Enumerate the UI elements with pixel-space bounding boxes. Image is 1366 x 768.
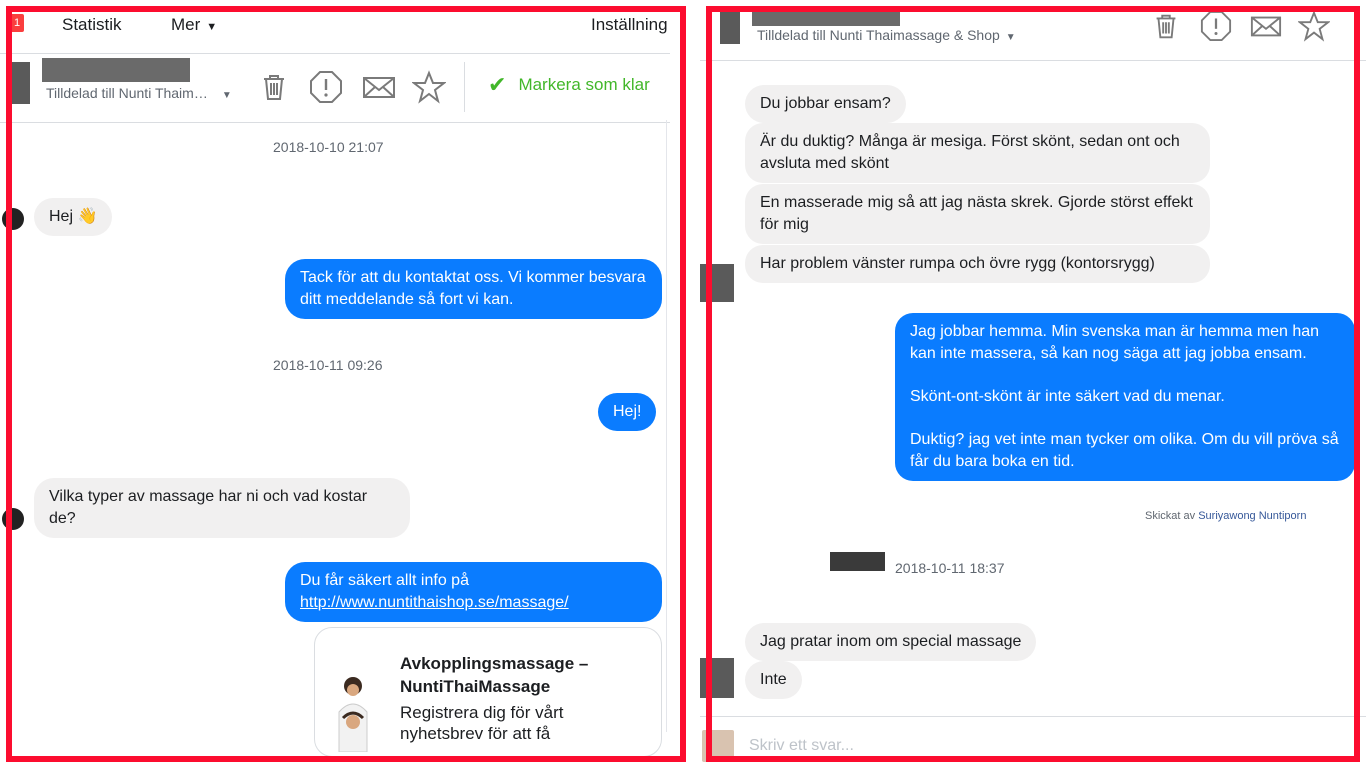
screenshot-divider bbox=[690, 0, 700, 768]
checkmark-icon: ✔ bbox=[488, 72, 507, 97]
star-icon[interactable] bbox=[411, 70, 447, 104]
reply-paragraph: Jag jobbar hemma. Min svenska man är hem… bbox=[910, 323, 1320, 362]
outgoing-message: Jag jobbar hemma. Min svenska man är hem… bbox=[895, 313, 1355, 481]
message-link[interactable]: http://www.nuntithaishop.se/massage/ bbox=[300, 594, 569, 611]
mail-icon[interactable] bbox=[1250, 10, 1282, 42]
contact-name-redacted[interactable] bbox=[42, 58, 190, 82]
outgoing-message: Du får säkert allt info på http://www.nu… bbox=[285, 562, 662, 622]
preview-title: Avkopplingsmassage – NuntiThaiMassage bbox=[400, 654, 589, 696]
outgoing-message: Tack för att du kontaktat oss. Vi kommer… bbox=[285, 259, 662, 319]
message-text: Du får säkert allt info på bbox=[300, 572, 469, 589]
avatar bbox=[700, 264, 734, 302]
chevron-down-icon: ▼ bbox=[221, 90, 232, 101]
assigned-text: Tilldelad till Nunti Thaim… bbox=[46, 85, 208, 101]
outgoing-message: Hej! bbox=[598, 393, 657, 431]
avatar[interactable] bbox=[10, 62, 30, 104]
incoming-message: Har problem vänster rumpa och övre rygg … bbox=[745, 245, 1210, 283]
timestamp: 2018-10-10 21:07 bbox=[273, 139, 384, 155]
vertical-divider bbox=[464, 62, 465, 112]
reply-paragraph: Duktig? jag vet inte man tycker om olika… bbox=[910, 431, 1339, 470]
incoming-message: Är du duktig? Många är mesiga. Först skö… bbox=[745, 123, 1210, 183]
mark-done-button[interactable]: ✔ Markera som klar bbox=[488, 72, 650, 98]
chevron-down-icon: ▼ bbox=[1005, 32, 1016, 43]
divider bbox=[700, 716, 1366, 717]
trash-icon[interactable] bbox=[257, 70, 291, 104]
mark-done-label: Markera som klar bbox=[518, 75, 650, 94]
assigned-text: Tilldelad till Nunti Thaimassage & Shop bbox=[757, 27, 1000, 43]
timestamp: 2018-10-11 18:37 bbox=[895, 560, 1005, 576]
timestamp: 2018-10-11 09:26 bbox=[273, 357, 383, 373]
avatar[interactable] bbox=[720, 10, 740, 44]
incoming-message: Jag pratar inom om special massage bbox=[745, 623, 1037, 661]
avatar bbox=[700, 658, 734, 698]
scrollbar[interactable] bbox=[666, 120, 667, 732]
reply-input[interactable]: Skriv ett svar... bbox=[749, 737, 854, 755]
incoming-message: En masserade mig så att jag nästa skrek.… bbox=[745, 184, 1210, 244]
right-conversation-panel: Tilldelad till Nunti Thaimassage & Shop ▼… bbox=[700, 0, 1366, 768]
left-conversation-panel: 1 Statistik Mer ▼ Inställning Tilldelad t… bbox=[0, 0, 690, 768]
incoming-message: Inte bbox=[745, 661, 802, 699]
contact-name-redacted[interactable] bbox=[752, 8, 900, 26]
nav-statistics[interactable]: Statistik bbox=[62, 15, 122, 35]
nav-more-label: Mer bbox=[171, 15, 201, 34]
incoming-message: Du jobbar ensam? bbox=[745, 85, 906, 123]
sent-by-name[interactable]: Suriyawong Nuntiporn bbox=[1198, 510, 1306, 522]
avatar bbox=[2, 208, 24, 230]
mail-icon[interactable] bbox=[362, 70, 396, 104]
divider bbox=[0, 53, 670, 54]
reply-paragraph: Skönt-ont-skönt är inte säkert vad du me… bbox=[910, 388, 1225, 405]
user-avatar bbox=[702, 730, 734, 762]
incoming-message: Hej 👋 bbox=[34, 198, 113, 236]
sent-by: Skickat av Suriyawong Nuntiporn bbox=[1145, 510, 1306, 522]
avatar bbox=[2, 508, 24, 530]
preview-image bbox=[329, 672, 379, 753]
link-preview-card[interactable]: Avkopplingsmassage – NuntiThaiMassage Re… bbox=[314, 627, 662, 757]
spam-alert-icon[interactable] bbox=[309, 70, 343, 104]
chevron-down-icon: ▼ bbox=[206, 21, 218, 33]
star-icon[interactable] bbox=[1297, 10, 1331, 42]
nav-settings[interactable]: Inställning bbox=[591, 15, 668, 35]
sent-by-label: Skickat av bbox=[1145, 510, 1196, 522]
redacted-block bbox=[830, 552, 885, 571]
divider bbox=[0, 122, 670, 123]
spam-alert-icon[interactable] bbox=[1200, 10, 1232, 42]
divider bbox=[700, 60, 1366, 61]
nav-more[interactable]: Mer ▼ bbox=[171, 15, 217, 35]
preview-description: Registrera dig för vårt nyhetsbrev för a… bbox=[400, 703, 564, 743]
trash-icon[interactable] bbox=[1150, 10, 1182, 42]
assigned-label[interactable]: Tilldelad till Nunti Thaim… ▼ bbox=[46, 85, 232, 101]
assigned-label[interactable]: Tilldelad till Nunti Thaimassage & Shop ▼ bbox=[757, 27, 1016, 43]
notification-badge[interactable]: 1 bbox=[10, 14, 24, 32]
incoming-message: Vilka typer av massage har ni och vad ko… bbox=[34, 478, 410, 538]
